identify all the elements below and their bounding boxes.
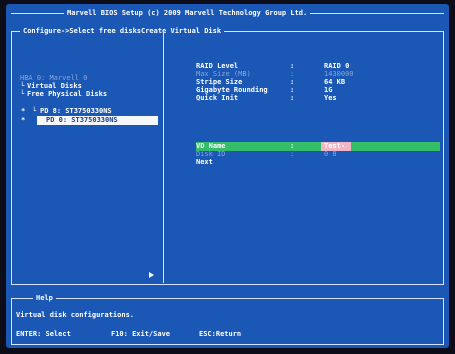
raid-level-value[interactable]: RAID 0 [324, 62, 349, 70]
raid-level-separator: : [290, 62, 295, 70]
raid-level-label[interactable]: RAID Level [196, 62, 238, 70]
pd8-item[interactable]: PD 8: ST3750330NS [40, 107, 112, 115]
esc-return-key[interactable]: ESC:Return [199, 330, 241, 338]
quick-init-label[interactable]: Quick Init [196, 94, 238, 102]
vd-name-value[interactable]: Test- [324, 142, 345, 150]
breadcrumb: Configure->Select free disksCreate Virtu… [20, 27, 225, 35]
quick-init-separator: : [290, 94, 295, 102]
stripe-size-label[interactable]: Stripe Size [196, 78, 242, 86]
max-size-value: 1430000 [324, 70, 354, 78]
gigabyte-rounding-separator: : [290, 86, 295, 94]
vd-name-highlight [196, 142, 440, 151]
gigabyte-rounding-label[interactable]: Gigabyte Rounding [196, 86, 268, 94]
virtual-disks-item[interactable]: Virtual Disks [27, 82, 82, 90]
gigabyte-rounding-value[interactable]: 1G [324, 86, 332, 94]
quick-init-value[interactable]: Yes [324, 94, 337, 102]
tree-line-virtual: └ [20, 82, 25, 90]
scroll-arrow-icon[interactable] [149, 272, 154, 278]
tree-line-pd8: └ [32, 107, 37, 115]
pd8-selected-marker: * [21, 107, 26, 115]
disk-id-value: 0 8 [324, 150, 337, 158]
next-button[interactable]: Next [196, 158, 213, 166]
enter-select-key[interactable]: ENTER: Select [16, 330, 71, 338]
free-physical-disks-item[interactable]: Free Physical Disks [27, 90, 107, 98]
max-size-separator: : [290, 70, 295, 78]
disk-id-label: Disk ID [196, 150, 226, 158]
tree-line-free: └ [20, 90, 25, 98]
help-title: Help [33, 294, 56, 302]
pd0-item[interactable]: PD 0: ST3750330NS [46, 116, 118, 124]
stripe-size-separator: : [290, 78, 295, 86]
hba-label: HBA 0: Marvell 0 [20, 74, 88, 82]
vd-name-label[interactable]: VD Name [196, 142, 226, 150]
panel-divider [163, 32, 164, 283]
bios-screen: Marvell BIOS Setup (c) 2009 Marvell Tech… [6, 4, 449, 348]
help-text: Virtual disk configurations. [16, 311, 135, 319]
pd0-selected-marker: * [21, 116, 26, 124]
stripe-size-value[interactable]: 64 KB [324, 78, 345, 86]
disk-id-separator: : [290, 150, 295, 158]
max-size-label: Max Size (MB) [196, 70, 251, 78]
bios-title: Marvell BIOS Setup (c) 2009 Marvell Tech… [64, 9, 311, 17]
vd-name-separator: : [290, 142, 295, 150]
f10-exit-save-key[interactable]: F10: Exit/Save [111, 330, 170, 338]
